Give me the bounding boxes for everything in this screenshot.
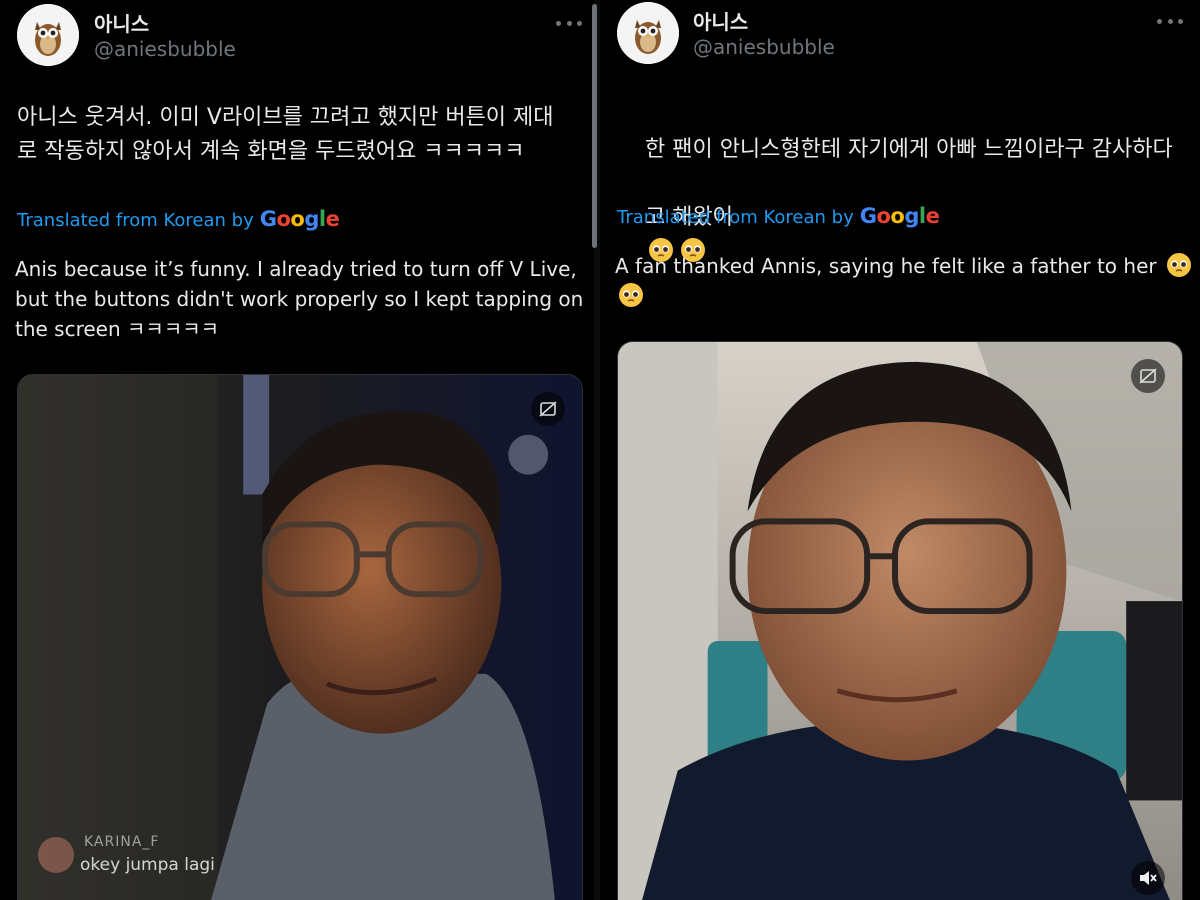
video-media[interactable]: KARINA_F okey jumpa lagi: [17, 374, 583, 900]
tweet-right: 아니스 @aniesbubble 한 팬이 안니스형한테 자기에게 아빠 느낌이…: [600, 0, 1200, 900]
translated-text: Anis because it’s funny. I already tried…: [15, 257, 584, 341]
video-frame: [18, 375, 582, 900]
viewer-avatar-icon: [38, 837, 74, 873]
comment-author: KARINA_F: [84, 834, 160, 850]
translated-label: Translated from Korean by: [17, 210, 254, 231]
translated-text-block: A fan thanked Annis, saying he felt like…: [615, 251, 1195, 311]
more-options-icon[interactable]: [1157, 14, 1183, 28]
translation-attribution[interactable]: Translated from Korean by Google: [17, 207, 340, 231]
scrollbar[interactable]: [592, 4, 597, 248]
display-name[interactable]: 아니스: [693, 6, 748, 35]
translated-text: A fan thanked Annis, saying he felt like…: [615, 254, 1157, 278]
content-warning-icon[interactable]: [531, 392, 565, 426]
translated-label: Translated from Korean by: [617, 207, 854, 228]
google-logo: Google: [859, 204, 940, 228]
owl-avatar-icon[interactable]: [17, 4, 79, 66]
tweet-text-line1: 한 팬이 안니스형한테 자기에게 아빠 느낌이라구 감사하다: [644, 137, 1173, 162]
tweet-left: 아니스 @aniesbubble 아니스 웃겨서. 이미 V라이브를 끄려고 했…: [0, 0, 594, 900]
translation-attribution[interactable]: Translated from Korean by Google: [617, 204, 940, 228]
video-frame: [618, 342, 1182, 900]
user-handle[interactable]: @aniesbubble: [693, 35, 835, 59]
comment-text: okey jumpa lagi: [80, 855, 215, 875]
user-handle[interactable]: @aniesbubble: [94, 37, 236, 61]
owl-avatar-icon[interactable]: [617, 2, 679, 64]
display-name[interactable]: 아니스: [94, 8, 149, 37]
video-media[interactable]: [617, 341, 1183, 900]
mute-icon[interactable]: [1131, 861, 1165, 895]
more-options-icon[interactable]: [556, 16, 582, 30]
tweet-text: 아니스 웃겨서. 이미 V라이브를 끄려고 했지만 버튼이 제대 로 작동하지 …: [17, 105, 554, 164]
pleading-face-emoji-icon: [1166, 253, 1191, 277]
google-logo: Google: [259, 207, 340, 231]
pleading-face-emoji-icon: [619, 283, 643, 307]
content-warning-icon[interactable]: [1131, 359, 1165, 393]
